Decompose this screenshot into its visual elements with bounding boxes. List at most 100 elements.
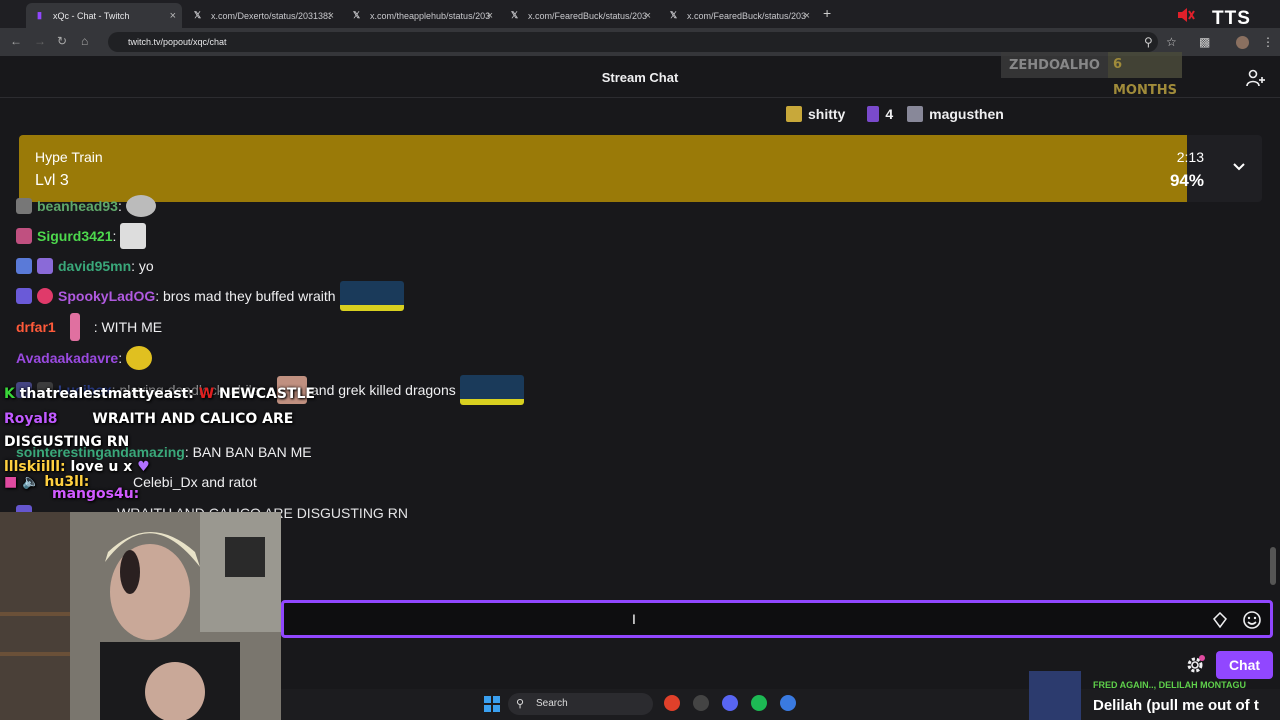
emote-picker-icon[interactable] [1242,610,1262,630]
back-icon[interactable]: ← [10,34,22,48]
chat-message: Celebi_Dx and ratot [133,471,257,493]
overlay-chat-line: K thatrealestmattyeast: W NEWCASTLE [4,386,315,402]
menu-kebab-icon[interactable]: ⋮ [1262,35,1274,49]
close-icon[interactable]: × [170,10,176,22]
chat-message: beanhead93 : [16,195,160,217]
chrome-icon[interactable] [664,695,680,711]
chat-scrollbar[interactable] [1270,547,1276,585]
tab-title: xQc - Chat - Twitch [53,10,130,21]
close-icon[interactable]: × [487,10,493,22]
gift-leader-2[interactable]: 4 [885,106,893,122]
chat-text: : yo [131,258,154,274]
community-users-icon[interactable] [1246,69,1266,87]
app-icon[interactable] [780,695,796,711]
browser-tab-theapplehub[interactable]: 𝕏 x.com/theapplehub/status/203 × [343,3,499,28]
chat-text: and grek killed dragons [311,382,456,398]
gift-icon [786,106,802,122]
zoom-icon[interactable]: ⚲ [1144,35,1153,49]
chat-message-input[interactable] [281,600,1273,638]
discord-icon[interactable] [722,695,738,711]
overlay-chat-line: Royal8 WRAITH AND CALICO ARE [4,411,293,427]
chat-text: : bros mad they buffed wraith [155,288,336,304]
user-badge-icon [16,258,32,274]
bits-icon[interactable] [1211,612,1229,628]
reload-icon[interactable]: ↻ [57,34,67,48]
speaker-muted-icon [1178,8,1195,22]
app-icon[interactable] [693,695,709,711]
hype-train-banner[interactable]: Hype Train Lvl 3 2:13 94% [19,135,1262,202]
overlay-text: WRAITH AND CALICO ARE [92,411,294,427]
w-emote-icon: W [198,386,215,402]
browser-tab-dexerto[interactable]: 𝕏 x.com/Dexerto/status/2031383 × [184,3,340,28]
chat-text: Celebi_Dx and ratot [133,474,257,490]
tab-title: x.com/FearedBuck/status/203 [528,10,648,21]
x-icon: 𝕏 [193,10,202,20]
chat-username[interactable]: drfar1 [16,319,56,335]
spotify-icon[interactable] [751,695,767,711]
windows-start-icon[interactable] [484,696,500,712]
hype-train-progress-fill [19,135,1188,202]
chat-username[interactable]: Sigurd3421 [37,228,112,244]
hype-train-timer: 2:13 [1176,149,1204,165]
emote-image [126,346,153,370]
chat-text: : BAN BAN BAN ME [184,444,312,460]
tts-label: TTS [1212,8,1251,29]
close-icon[interactable]: × [328,10,334,22]
emote-image [120,223,147,249]
bookmark-star-icon[interactable]: ☆ [1166,35,1177,49]
chat-message: david95mn : yo [16,255,154,277]
browser-tab-twitch-chat[interactable]: ▮ xQc - Chat - Twitch × [26,3,182,28]
chat-text: : [117,198,122,214]
chat-username[interactable]: Avadaakadavre [16,350,118,366]
webcam-feed [0,512,281,720]
chat-message: drfar1 : WITH ME [16,313,162,341]
overlay-username: Royal8 [4,411,58,427]
user-badge-icon [37,258,53,274]
user-badge-icon [16,288,32,304]
chat-message: Avadaakadavre : [16,346,156,370]
browser-tab-fearedbuck-1[interactable]: 𝕏 x.com/FearedBuck/status/203 × [501,3,657,28]
url-field[interactable]: twitch.tv/popout/xqc/chat [108,32,1158,52]
close-icon[interactable]: × [645,10,651,22]
overlay-text: NEWCASTLE [219,386,315,402]
gift-leader-1[interactable]: shitty [808,106,845,122]
overlay-chat-line: lllskiilll: love u x ♥ [4,459,150,475]
album-art-image [1029,671,1081,720]
sub-alert-badge: ZEHDOALHO 6 MONTHS [1001,52,1182,98]
user-badge-icon [16,198,32,214]
overlay-chat-line: mangos4u: [4,486,139,502]
search-icon: ⚲ [516,698,525,710]
chat-username[interactable]: beanhead93 [37,198,118,214]
overlay-text: DISGUSTING RN [4,434,130,450]
hype-train-label: Hype Train [35,149,103,165]
chat-text: : [118,350,123,366]
close-icon[interactable]: × [804,10,810,22]
profile-avatar[interactable] [1236,36,1249,49]
gear-icon[interactable] [1185,655,1205,675]
chevron-down-icon[interactable] [1232,160,1246,174]
heart-badge-icon [37,288,53,304]
gift-icon [907,106,924,122]
chat-username[interactable]: SpookyLadOG [58,288,155,304]
overlay-username: thatrealestmattyeast: [19,386,194,402]
chat-message: SpookyLadOG : bros mad they buffed wrait… [16,281,408,311]
gift-leaderboard: shitty 4 magusthen [786,104,1004,124]
taskbar-search[interactable]: Search [508,693,653,715]
tab-title: x.com/theapplehub/status/203 [370,10,490,21]
new-tab-button[interactable]: + [823,5,831,21]
k-badge-icon: K [4,386,15,402]
extensions-icon[interactable]: ▩ [1199,35,1210,49]
chat-text: : [112,228,117,244]
gift-leader-3[interactable]: magusthen [929,106,1004,122]
forward-icon[interactable]: → [34,34,46,48]
text-cursor-icon: I [632,611,636,627]
home-icon[interactable]: ⌂ [81,34,88,48]
hype-train-percent: 94% [1169,171,1204,190]
streamer-webcam-image [0,512,281,720]
x-icon: 𝕏 [669,10,678,20]
browser-tab-bar: ▮ xQc - Chat - Twitch × 𝕏 x.com/Dexerto/… [0,0,1280,29]
tab-title: x.com/Dexerto/status/2031383 [211,10,331,21]
chat-username[interactable]: david95mn [58,258,131,274]
chat-send-button[interactable]: Chat [1216,651,1273,679]
browser-tab-fearedbuck-2[interactable]: 𝕏 x.com/FearedBuck/status/203 × [660,3,816,28]
